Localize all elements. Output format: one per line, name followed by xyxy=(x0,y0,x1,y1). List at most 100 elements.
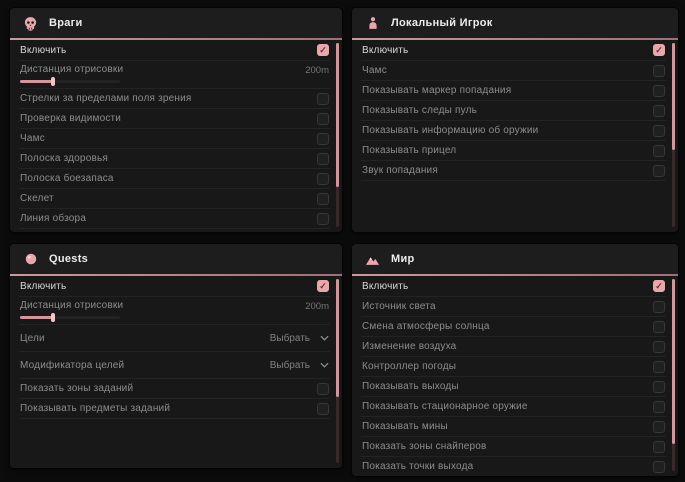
checkbox[interactable] xyxy=(317,93,329,105)
panel-enemies-header[interactable]: Враги xyxy=(10,8,342,38)
setting-row: Проверка видимости xyxy=(19,109,330,129)
setting-label: Смена атмосферы солнца xyxy=(362,321,490,332)
panel-body: Включить Дистанция отрисовки 200m Стрелк… xyxy=(10,40,342,232)
setting-label: Чамс xyxy=(362,65,387,76)
checkbox[interactable] xyxy=(653,85,665,97)
checkbox[interactable] xyxy=(317,383,329,395)
setting-label: Показывать мины xyxy=(362,421,448,432)
setting-label: Изменение воздуха xyxy=(362,341,456,352)
scrollbar-thumb[interactable] xyxy=(336,279,339,397)
setting-label: Показывать маркер попадания xyxy=(362,85,511,96)
setting-row: Модификатора целей Выбрать xyxy=(19,352,330,379)
setting-row: Показывать выходы xyxy=(361,377,666,397)
checkbox[interactable] xyxy=(653,105,665,117)
scrollbar[interactable] xyxy=(336,43,339,227)
setting-row: Показывать мины xyxy=(361,417,666,437)
panel-title: Мир xyxy=(391,253,415,265)
dropdown-value: Выбрать xyxy=(270,333,310,344)
checkbox[interactable] xyxy=(653,321,665,333)
setting-row: Смена атмосферы солнца xyxy=(361,317,666,337)
setting-row: Показывать стационарное оружие xyxy=(361,397,666,417)
checkbox[interactable] xyxy=(653,341,665,353)
setting-label: Показывать прицел xyxy=(362,145,456,156)
checkbox[interactable] xyxy=(653,421,665,433)
setting-row: Показывать следы пуль xyxy=(361,101,666,121)
checkbox[interactable] xyxy=(653,401,665,413)
scrollbar-thumb[interactable] xyxy=(672,43,675,150)
setting-label: Показывать предметы заданий xyxy=(20,403,170,414)
setting-label: Линия обзора xyxy=(20,213,86,224)
setting-label: Дистанция отрисовки xyxy=(20,64,123,75)
setting-row: Показывать прицел xyxy=(361,141,666,161)
setting-row: Полоска боезапаса xyxy=(19,169,330,189)
setting-label: Включить xyxy=(362,281,408,292)
checkbox[interactable] xyxy=(653,44,665,56)
setting-label: Полоска здоровья xyxy=(20,153,108,164)
checkbox[interactable] xyxy=(653,165,665,177)
setting-row: Скелет xyxy=(19,189,330,209)
setting-row: Показать зоны снайперов xyxy=(361,437,666,457)
quest-orb-icon xyxy=(23,252,38,267)
targets-dropdown[interactable]: Выбрать xyxy=(270,333,329,344)
setting-row: Цели Выбрать xyxy=(19,325,330,352)
checkbox[interactable] xyxy=(317,213,329,225)
setting-label: Показать точки выхода xyxy=(362,461,473,472)
setting-label: Включить xyxy=(20,281,66,292)
setting-row: Включить xyxy=(361,276,666,297)
setting-row: Показать зоны заданий xyxy=(19,379,330,399)
checkbox[interactable] xyxy=(317,173,329,185)
panel-enemies: Враги Включить Дистанция отрисовки 200m … xyxy=(10,8,342,232)
setting-label: Включить xyxy=(20,45,66,56)
setting-label: Показывать стационарное оружие xyxy=(362,401,528,412)
slider-handle[interactable] xyxy=(51,77,55,86)
render-distance-slider[interactable] xyxy=(20,316,120,319)
checkbox[interactable] xyxy=(653,381,665,393)
dropdown-value: Выбрать xyxy=(270,360,310,371)
setting-label: Показывать выходы xyxy=(362,381,459,392)
checkbox[interactable] xyxy=(653,301,665,313)
scrollbar[interactable] xyxy=(672,279,675,471)
setting-label: Проверка видимости xyxy=(20,113,121,124)
checkbox[interactable] xyxy=(317,133,329,145)
scrollbar-thumb[interactable] xyxy=(336,43,339,187)
panel-body: Включить Источник света Смена атмосферы … xyxy=(352,276,678,476)
chevron-down-icon xyxy=(320,362,329,368)
panel-quests-header[interactable]: Quests xyxy=(10,244,342,274)
checkbox[interactable] xyxy=(653,145,665,157)
scrollbar[interactable] xyxy=(672,43,675,227)
checkbox[interactable] xyxy=(653,125,665,137)
checkbox[interactable] xyxy=(317,153,329,165)
slider-handle[interactable] xyxy=(51,313,55,322)
skull-icon xyxy=(23,16,38,31)
checkbox[interactable] xyxy=(653,361,665,373)
checkbox[interactable] xyxy=(653,461,665,473)
scrollbar[interactable] xyxy=(336,279,339,463)
setting-row: Включить xyxy=(361,40,666,61)
render-distance-slider[interactable] xyxy=(20,80,120,83)
panel-body: Включить Чамс Показывать маркер попадани… xyxy=(352,40,678,232)
checkbox[interactable] xyxy=(653,65,665,77)
checkbox[interactable] xyxy=(317,280,329,292)
setting-row: Чамс xyxy=(19,129,330,149)
chevron-down-icon xyxy=(320,335,329,341)
checkbox[interactable] xyxy=(653,280,665,292)
setting-row: Показывать следы пуль xyxy=(19,229,330,232)
setting-label: Показать зоны снайперов xyxy=(362,441,487,452)
checkbox[interactable] xyxy=(653,441,665,453)
checkbox[interactable] xyxy=(317,193,329,205)
checkbox[interactable] xyxy=(317,44,329,56)
slider-fill xyxy=(20,316,53,319)
panel-title: Локальный Игрок xyxy=(391,17,493,29)
panel-local-player-header[interactable]: Локальный Игрок xyxy=(352,8,678,38)
panel-title: Quests xyxy=(49,253,88,265)
scrollbar-thumb[interactable] xyxy=(672,279,675,444)
panel-quests: Quests Включить Дистанция отрисовки 200m… xyxy=(10,244,342,468)
panel-body: Включить Дистанция отрисовки 200m Цели В… xyxy=(10,276,342,468)
panel-world-header[interactable]: Мир xyxy=(352,244,678,274)
slider-fill xyxy=(20,80,53,83)
setting-label: Источник света xyxy=(362,301,436,312)
checkbox[interactable] xyxy=(317,113,329,125)
target-modifiers-dropdown[interactable]: Выбрать xyxy=(270,360,329,371)
setting-label: Скелет xyxy=(20,193,54,204)
checkbox[interactable] xyxy=(317,403,329,415)
